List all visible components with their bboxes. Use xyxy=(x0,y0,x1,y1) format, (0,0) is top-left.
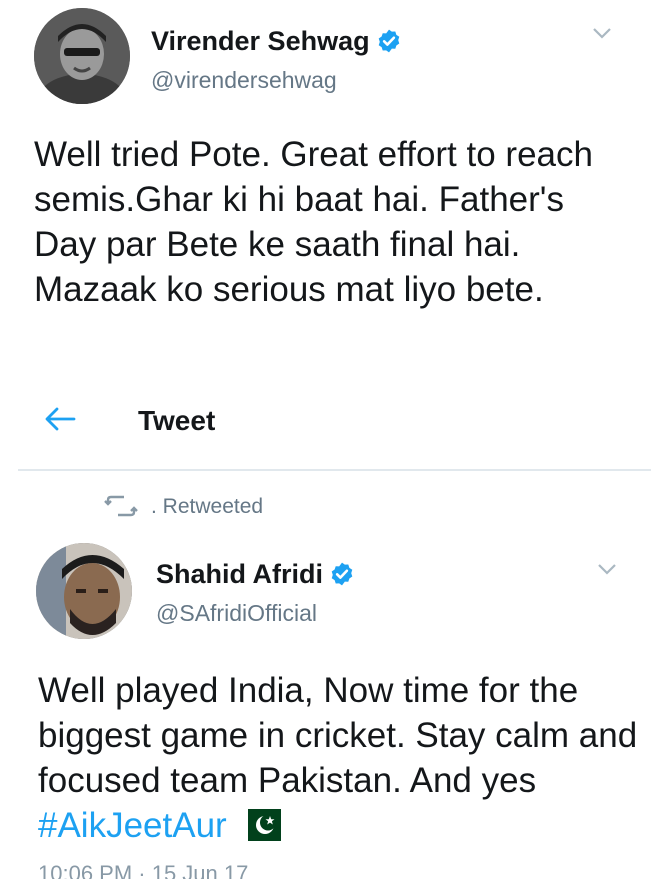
arrow-left-icon[interactable] xyxy=(44,407,76,436)
avatar-virender-sehwag[interactable] xyxy=(34,8,130,104)
tweet2-chevron-down-icon[interactable] xyxy=(597,562,617,581)
hashtag-link[interactable]: #AikJeetAur xyxy=(38,806,227,845)
avatar-shahid-afridi[interactable] xyxy=(36,543,132,639)
retweet-icon xyxy=(104,494,138,523)
verified-badge-icon xyxy=(376,28,402,61)
pakistan-flag-icon xyxy=(236,807,281,852)
divider xyxy=(18,469,651,471)
verified-badge-icon xyxy=(329,561,355,594)
tweet1-author-handle[interactable]: @virendersehwag xyxy=(151,67,337,94)
tweet2-text-main: Well played India, Now time for the bigg… xyxy=(38,671,638,800)
tweet2-timestamp-wrapper: 10:06 PM · 15 Jun 17 xyxy=(38,861,248,879)
tweet2-text: Well played India, Now time for the bigg… xyxy=(38,668,638,852)
tweet1-author-name-text[interactable]: Virender Sehwag xyxy=(151,26,370,56)
tweet2-timestamp[interactable]: 10:06 PM · 15 Jun 17 xyxy=(38,861,248,879)
tweet1-author-name[interactable]: Virender Sehwag xyxy=(151,26,402,61)
back-button[interactable] xyxy=(44,406,76,437)
tweet1-chevron-down-icon[interactable] xyxy=(592,26,612,45)
tweet1-text: Well tried Pote. Great effort to reach s… xyxy=(34,135,593,309)
retweeted-label: . Retweeted xyxy=(151,495,264,518)
tweet2-author-handle[interactable]: @SAfridiOfficial xyxy=(156,600,317,627)
page-title: Tweet xyxy=(138,405,216,436)
tweet2-author-name[interactable]: Shahid Afridi xyxy=(156,559,355,594)
tweet2-author-name-text[interactable]: Shahid Afridi xyxy=(156,559,323,589)
